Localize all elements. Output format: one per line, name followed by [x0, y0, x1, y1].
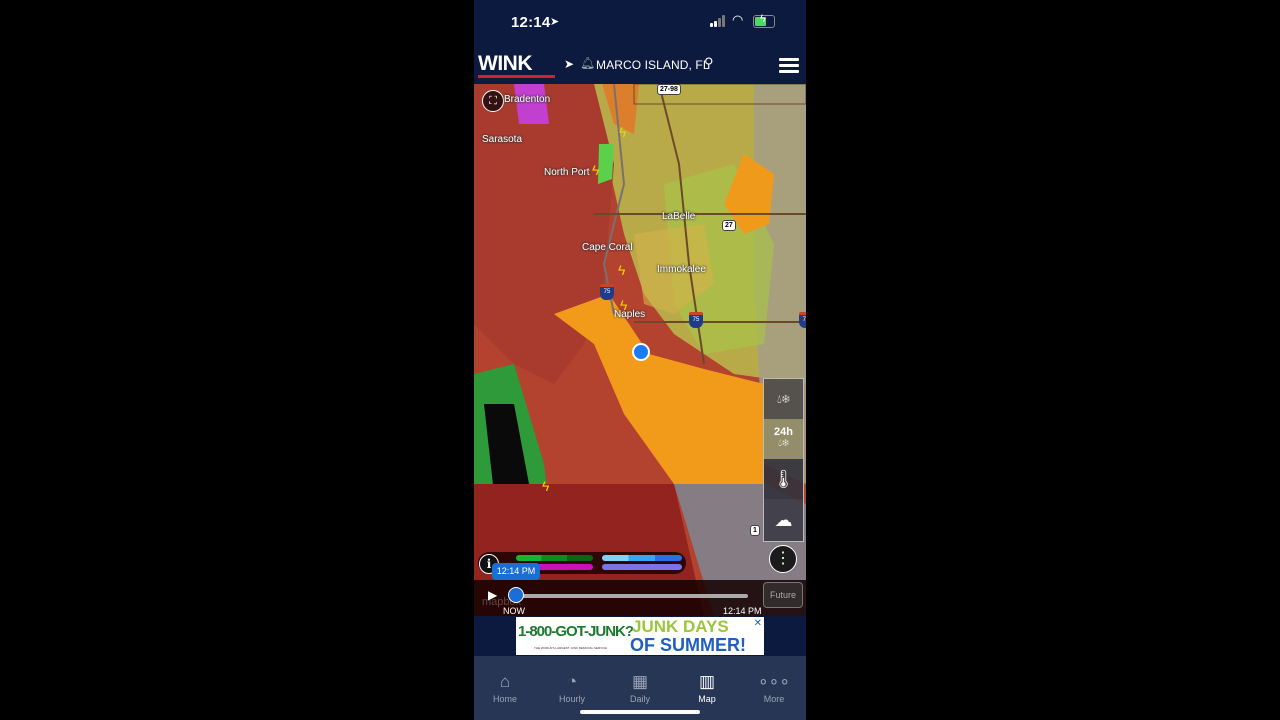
place-label: LaBelle — [662, 211, 696, 222]
clock-icon: ◔ — [566, 672, 578, 691]
map-icon: ▥ — [698, 672, 716, 691]
rain-legend-bar — [516, 555, 593, 561]
location-arrow-icon: ➤ — [550, 16, 560, 28]
status-bar: 12:14 ➤ ◠ ϟ — [474, 0, 806, 44]
search-icon[interactable]: ⚲ — [704, 55, 714, 71]
nav-more[interactable]: ∘∘∘ More — [744, 672, 804, 704]
green-warning — [598, 144, 614, 184]
timeline-slider-thumb[interactable] — [508, 587, 524, 603]
place-label: North Port — [544, 167, 590, 178]
menu-icon[interactable] — [779, 58, 799, 73]
current-location-dot[interactable] — [632, 343, 650, 361]
nav-map[interactable]: ▥ Map — [677, 672, 737, 704]
location-arrow-icon[interactable]: ➤ — [564, 57, 574, 71]
wink-logo[interactable]: WINK — [478, 52, 533, 76]
layer-24h-label: 24h — [774, 426, 793, 438]
nav-label: Hourly — [558, 694, 585, 704]
future-button[interactable]: Future — [763, 582, 803, 608]
raindrop-snowflake-icon: 💧︎❄︎ — [778, 438, 789, 449]
layer-precip-type-button[interactable]: 💧︎❄︎ — [764, 379, 803, 419]
home-indicator — [580, 710, 700, 714]
place-label: Sarasota — [482, 134, 523, 145]
play-button[interactable]: ▶ — [488, 588, 497, 602]
cloud-icon: ☁︎ — [774, 510, 793, 530]
layer-24h-button[interactable]: 24h 💧︎❄︎ — [764, 419, 803, 459]
radar-map[interactable]: ⛶ Bradenton Sarasota North Port Cape Cor… — [474, 84, 806, 616]
ad-headline2: OF SUMMER! — [630, 635, 746, 655]
battery-icon: ϟ — [753, 13, 775, 28]
status-time: 12:14 — [511, 14, 551, 31]
nav-label: Map — [698, 694, 716, 704]
fullscreen-button[interactable]: ⛶ — [482, 90, 504, 112]
ice-legend-bar — [602, 564, 682, 570]
lightning-icon: ϟ — [620, 297, 628, 313]
location-name[interactable]: MARCO ISLAND, FL — [596, 58, 710, 72]
nav-label: More — [763, 694, 785, 704]
ad-close-icon[interactable]: ✕ — [754, 618, 762, 629]
app-header: WINK ➤ 🔔︎ MARCO ISLAND, FL ⚲ — [474, 44, 806, 84]
interstate-shield: 75 — [799, 312, 806, 328]
nav-label: Home — [492, 694, 517, 704]
nav-label: Daily — [629, 694, 650, 704]
place-label: Cape Coral — [582, 242, 633, 253]
timeline-end-label: 12:14 PM — [723, 606, 762, 616]
nav-daily[interactable]: ▦ Daily — [610, 672, 670, 704]
bell-icon[interactable]: 🔔︎ — [580, 56, 595, 70]
layer-panel: 💧︎❄︎ 24h 💧︎❄︎ 🌡︎ ☁︎ — [763, 378, 804, 542]
ad-tagline: THE WORLD'S LARGEST JUNK REMOVAL SERVICE — [534, 646, 608, 650]
place-label: Bradenton — [504, 94, 551, 105]
snow-legend-bar — [602, 555, 682, 561]
nav-home[interactable]: ⌂ Home — [475, 672, 535, 704]
interstate-shield: 75 — [600, 284, 614, 300]
place-label: Naples — [614, 309, 646, 320]
ad-banner[interactable]: 1-800-GOT-JUNK? THE WORLD'S LARGEST JUNK… — [516, 617, 764, 655]
lightning-icon: ϟ — [592, 162, 600, 178]
highway-shield: 1 — [750, 525, 760, 536]
interstate-shield: 75 — [689, 312, 703, 328]
calendar-icon: ▦ — [631, 672, 649, 691]
layer-temperature-button[interactable]: 🌡︎ — [764, 459, 803, 499]
more-icon: ∘∘∘ — [758, 672, 790, 691]
ad-brand: 1-800-GOT-JUNK? — [518, 623, 634, 640]
lightning-icon: ϟ — [542, 478, 550, 494]
lightning-icon: ϟ — [619, 124, 627, 140]
timeline-slider-track[interactable] — [516, 594, 748, 598]
current-time-bubble: 12:14 PM — [492, 563, 540, 580]
place-label: Immokalee — [657, 264, 706, 275]
ad-headline1: JUNK DAYS — [632, 617, 729, 636]
thermometer-icon: 🌡︎ — [772, 469, 795, 489]
raindrop-snowflake-icon: 💧︎❄︎ — [776, 392, 791, 406]
highway-shield: 27 — [722, 220, 736, 231]
phone-screen: 12:14 ➤ ◠ ϟ WINK ➤ 🔔︎ MARCO ISLAND, FL ⚲ — [474, 0, 806, 720]
logo-underline — [478, 75, 555, 78]
signal-icon — [710, 15, 728, 27]
lightning-icon: ϟ — [618, 262, 626, 278]
wifi-icon: ◠ — [732, 12, 744, 27]
map-options-button[interactable]: ⋮ — [769, 545, 797, 573]
layer-clouds-button[interactable]: ☁︎ — [764, 499, 803, 541]
nav-hourly[interactable]: ◔ Hourly — [542, 672, 602, 704]
home-icon: ⌂ — [499, 672, 511, 691]
timeline-start-label: NOW — [503, 606, 525, 616]
highway-shield: 27-98 — [657, 84, 681, 95]
